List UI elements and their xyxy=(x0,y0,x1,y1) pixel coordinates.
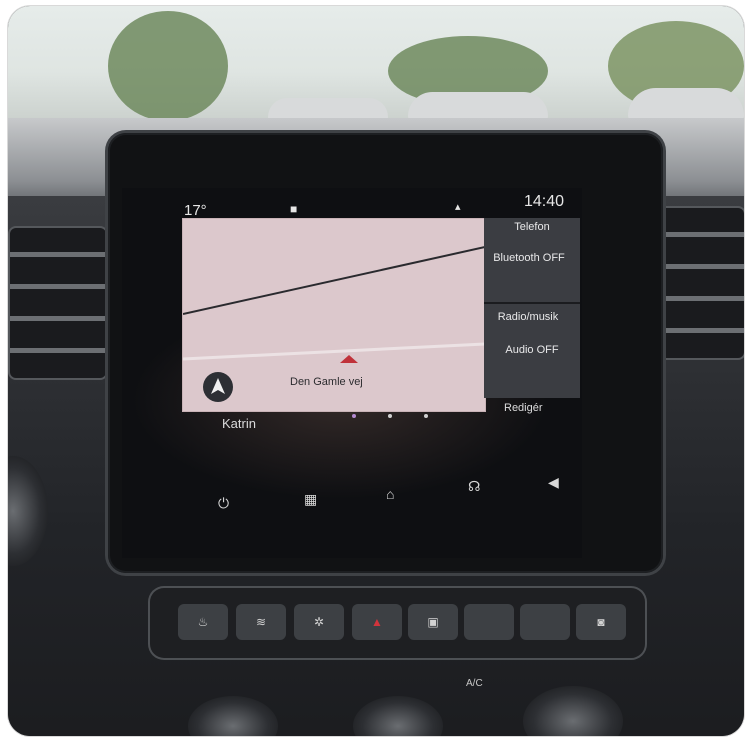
eco-icon: ≋ xyxy=(255,615,267,629)
seat-heat-button[interactable]: ♨ xyxy=(178,604,228,640)
driver-profile-name[interactable]: Katrin xyxy=(222,416,256,431)
fan-button[interactable]: ✲ xyxy=(294,604,344,640)
blank-button[interactable] xyxy=(464,604,514,640)
parked-car xyxy=(268,98,388,120)
parked-car xyxy=(628,88,744,120)
console-button-strip: ♨ ≋ ✲ ▲ ▣ ◙ xyxy=(150,588,645,658)
signal-icon: ▴ xyxy=(455,201,461,213)
page-indicator-active[interactable] xyxy=(352,414,356,418)
ac-label: A/C xyxy=(466,678,483,689)
phone-widget-title[interactable]: Telefon xyxy=(484,221,580,234)
position-marker-icon xyxy=(340,355,358,363)
radio-widget-title[interactable]: Radio/musik xyxy=(480,311,576,324)
lock-button[interactable]: ▣ xyxy=(408,604,458,640)
seat-icon: ◙ xyxy=(597,615,605,629)
page-indicator[interactable] xyxy=(388,414,392,418)
blank-button[interactable] xyxy=(520,604,570,640)
phone-widget-status[interactable]: Bluetooth OFF xyxy=(484,252,574,265)
hazard-icon: ▲ xyxy=(371,615,383,629)
temperature-readout: 17° xyxy=(184,202,207,219)
seat-button[interactable]: ◙ xyxy=(576,604,626,640)
power-icon[interactable]: ⏻ xyxy=(218,495,229,512)
parked-car xyxy=(408,92,548,120)
hazard-button[interactable]: ▲ xyxy=(352,604,402,640)
navigation-arrow-icon xyxy=(211,378,225,394)
seat-heat-icon: ♨ xyxy=(197,615,209,629)
home-icon[interactable]: ⌂ xyxy=(386,486,394,502)
navigation-button[interactable] xyxy=(203,372,233,402)
lock-icon: ▣ xyxy=(427,615,439,629)
radio-widget-status[interactable]: Audio OFF xyxy=(484,344,580,357)
street-name: Den Gamle vej xyxy=(290,376,363,388)
page-indicator[interactable] xyxy=(424,414,428,418)
notification-icon: ■ xyxy=(290,202,298,216)
volume-icon[interactable]: ◀ xyxy=(548,474,559,491)
left-air-vent[interactable] xyxy=(8,226,108,380)
fan-icon: ✲ xyxy=(313,615,325,629)
apps-grid-icon[interactable]: ▦ xyxy=(304,491,317,508)
edit-button[interactable]: Redigér xyxy=(504,402,543,414)
side-panel xyxy=(484,218,580,398)
eco-button[interactable]: ≋ xyxy=(236,604,286,640)
clock: 14:40 xyxy=(524,193,565,210)
voice-icon[interactable]: ☊ xyxy=(468,478,480,495)
tree xyxy=(108,11,228,121)
